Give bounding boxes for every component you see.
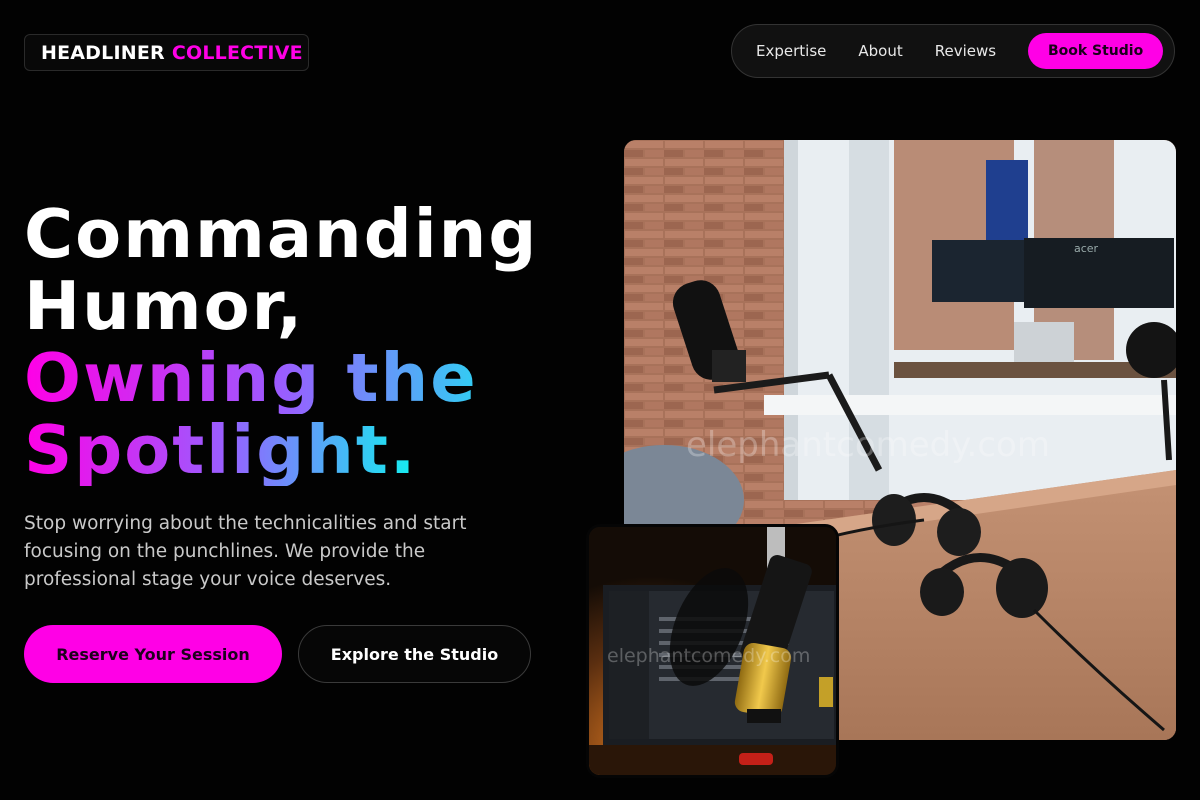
brand-logo[interactable]: HEADLINER COLLECTIVE <box>24 34 309 71</box>
headline-line-3: Owning the <box>24 342 538 414</box>
microphone-photo: elephantcomedy.com <box>586 524 839 778</box>
monitor-brand-label: acer <box>1074 242 1099 255</box>
nav-link-expertise[interactable]: Expertise <box>756 42 826 60</box>
watermark-main: elephantcomedy.com <box>686 425 1050 465</box>
explore-studio-button[interactable]: Explore the Studio <box>298 625 531 683</box>
brand-name-accent: COLLECTIVE <box>171 41 303 64</box>
main-nav: Expertise About Reviews Book Studio <box>731 24 1175 78</box>
reserve-session-button[interactable]: Reserve Your Session <box>24 625 282 683</box>
brand-name-primary: HEADLINER <box>41 41 165 64</box>
headline-line-2: Humor, <box>24 267 305 345</box>
watermark-small: elephantcomedy.com <box>607 645 811 667</box>
headline-line-1: Commanding <box>24 195 539 273</box>
nav-link-about[interactable]: About <box>858 42 902 60</box>
book-studio-button[interactable]: Book Studio <box>1028 33 1164 69</box>
nav-link-reviews[interactable]: Reviews <box>935 42 996 60</box>
hero-headline: Commanding Humor, Owning the Spotlight. <box>24 198 538 486</box>
headline-line-4: Spotlight. <box>24 411 418 489</box>
hero-subtitle: Stop worrying about the technicalities a… <box>24 513 467 590</box>
